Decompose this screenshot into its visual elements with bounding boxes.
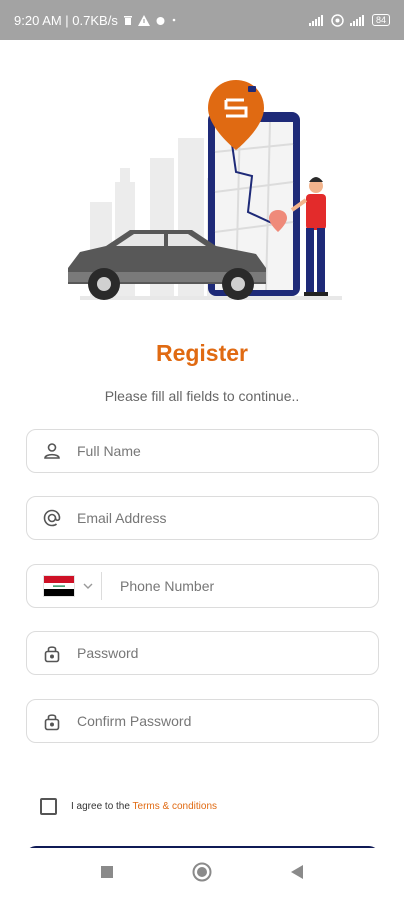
user-icon bbox=[27, 442, 77, 460]
lock-icon bbox=[27, 711, 77, 731]
iraq-flag-icon bbox=[43, 575, 75, 597]
system-nav-bar bbox=[0, 848, 404, 900]
hotspot-icon bbox=[331, 13, 344, 27]
full-name-input[interactable] bbox=[77, 430, 378, 472]
home-icon[interactable] bbox=[192, 862, 212, 887]
full-name-field[interactable] bbox=[26, 429, 379, 473]
at-icon bbox=[27, 508, 77, 528]
phone-field[interactable] bbox=[26, 564, 379, 608]
terms-row: I agree to the Terms & conditions bbox=[40, 798, 217, 815]
status-left: 9:20 AM | 0.7KB/s bbox=[14, 13, 177, 28]
lock-icon bbox=[27, 643, 77, 663]
country-code-selector[interactable] bbox=[27, 565, 93, 607]
terms-checkbox[interactable] bbox=[40, 798, 57, 815]
terms-text: I agree to the Terms & conditions bbox=[71, 801, 217, 812]
signal-icon-2 bbox=[349, 14, 366, 26]
chevron-down-icon bbox=[83, 577, 93, 595]
password-field[interactable] bbox=[26, 631, 379, 675]
terms-prefix: I agree to the bbox=[71, 801, 133, 812]
recent-apps-icon[interactable] bbox=[100, 865, 114, 884]
email-input[interactable] bbox=[77, 497, 378, 539]
terms-link[interactable]: Terms & conditions bbox=[133, 801, 217, 812]
password-input[interactable] bbox=[77, 632, 378, 674]
email-field[interactable] bbox=[26, 496, 379, 540]
trash-icon bbox=[123, 15, 133, 26]
back-icon[interactable] bbox=[290, 864, 304, 885]
confirm-password-input[interactable] bbox=[77, 700, 378, 742]
signal-icon bbox=[308, 14, 325, 26]
battery-indicator: 84 bbox=[371, 14, 390, 26]
confirm-password-field[interactable] bbox=[26, 699, 379, 743]
warning-icon bbox=[137, 14, 150, 26]
dot-icon bbox=[171, 17, 177, 23]
status-bar: 9:20 AM | 0.7KB/s 84 bbox=[0, 0, 404, 40]
phone-divider bbox=[101, 572, 102, 600]
page-subtitle: Please fill all fields to continue.. bbox=[104, 388, 300, 404]
hero-illustration bbox=[68, 80, 342, 300]
register-screen: 9:20 AM | 0.7KB/s 84 Register Please fil… bbox=[0, 0, 404, 900]
phone-input[interactable] bbox=[120, 565, 378, 607]
status-right: 84 bbox=[308, 13, 390, 27]
bug-icon bbox=[155, 15, 166, 26]
status-time: 9:20 AM | 0.7KB/s bbox=[14, 12, 118, 28]
page-title: Register bbox=[155, 340, 249, 366]
